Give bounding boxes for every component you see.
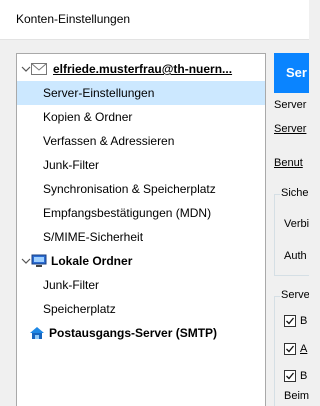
checkbox-label: A [300,343,307,355]
tree-item-composition[interactable]: Verfassen & Adressieren [17,129,265,153]
server-name-label: Server [274,123,306,135]
authentication-label: Auth [284,250,307,262]
tree-local-folders-row[interactable]: Lokale Ordner [17,249,265,273]
server-type-label: Server [274,99,307,111]
tree-item-sync-storage[interactable]: Synchronisation & Speicherplatz [17,177,265,201]
tree-item-junk-filter[interactable]: Junk-Filter [17,153,265,177]
username-label: Benut [274,157,303,169]
checkbox-checked-icon[interactable] [284,370,296,382]
window-title: Konten-Einstellungen [16,12,131,26]
security-group [274,194,309,276]
chevron-down-icon[interactable] [21,64,31,74]
server-name-label-text: Server [274,123,307,135]
username-label-text: Benut [274,157,303,169]
account-settings-window: Konten-Einstellungen elfriede.musterfrau… [0,0,309,406]
connection-security-label: Verbi [284,218,309,230]
smtp-server-icon [29,326,45,340]
on-action-label: Beim [284,390,309,402]
checkbox-label: B [300,315,308,327]
local-folders-label: Lokale Ordner [51,254,133,268]
tree-smtp-row[interactable]: Postausgangs-Server (SMTP) [17,321,265,345]
tree-item-label: Synchronisation & Speicherplatz [43,182,216,196]
tree-item-label: Server-Einstellungen [43,86,155,100]
local-folders-icon [31,254,47,268]
title-bar: Konten-Einstellungen [0,0,309,40]
tree-item-label: Verfassen & Adressieren [43,134,175,148]
tree-item-local-junk[interactable]: Junk-Filter [17,273,265,297]
security-group-title: Siche [280,187,309,199]
account-tree[interactable]: elfriede.musterfrau@th-nuern... Server-E… [16,53,266,406]
tree-item-label: Speicherplatz [43,302,116,316]
tree-item-label: Empfangsbestätigungen (MDN) [43,206,212,220]
chevron-down-icon[interactable] [21,256,31,266]
tree-item-label: S/MIME-Sicherheit [43,230,144,244]
account-name: elfriede.musterfrau@th-nuern... [53,62,233,76]
checkbox-checked-icon[interactable] [284,315,296,327]
tree-item-receipts[interactable]: Empfangsbestätigungen (MDN) [17,201,265,225]
settings-panel: Ser Server Server Benut Siche Verbi Auth… [270,53,309,406]
server-settings-group-title: Serve [280,289,309,301]
checkbox-label-text: A [300,343,308,355]
tree-item-copies-folders[interactable]: Kopien & Ordner [17,105,265,129]
tree-item-label: Kopien & Ordner [43,110,133,124]
checkbox-checked-icon[interactable] [284,343,296,355]
tree-item-label: Junk-Filter [43,278,100,292]
tree-item-local-storage[interactable]: Speicherplatz [17,297,265,321]
tree-item-label: Junk-Filter [43,158,100,172]
section-banner: Ser [274,53,309,93]
smtp-label: Postausgangs-Server (SMTP) [49,326,218,340]
tree-item-smime[interactable]: S/MIME-Sicherheit [17,225,265,249]
envelope-icon [31,63,47,77]
tree-account-row[interactable]: elfriede.musterfrau@th-nuern... [17,57,265,81]
tree-item-server-settings[interactable]: Server-Einstellungen [17,81,265,105]
checkbox-label: B [300,370,308,382]
